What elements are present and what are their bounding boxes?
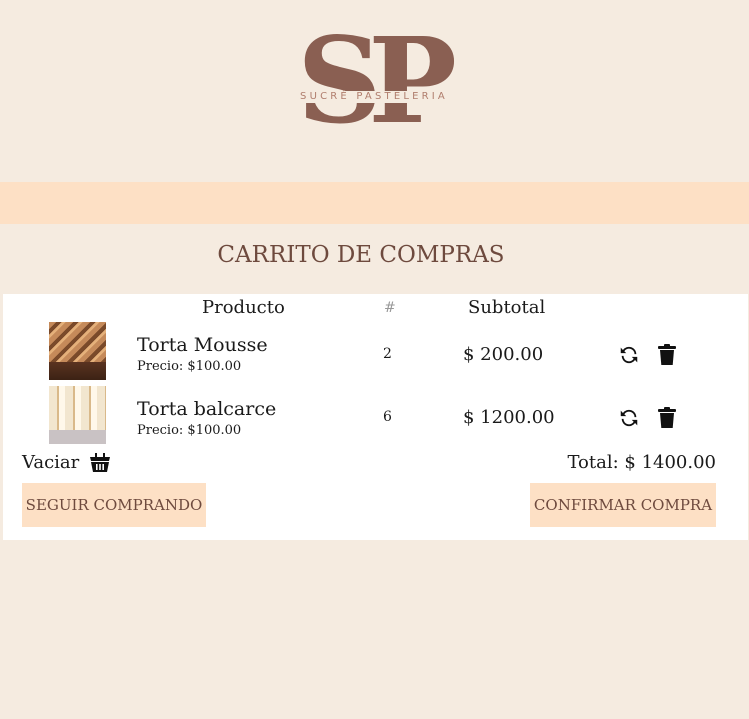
nav-bar — [0, 182, 749, 224]
product-subtotal: $ 1200.00 — [463, 407, 555, 428]
column-header-qty: # — [384, 300, 396, 316]
trash-icon[interactable] — [656, 407, 678, 429]
refresh-icon[interactable] — [618, 407, 640, 429]
logo-brand-name: SUCRÉ PASTELERIA — [276, 91, 472, 103]
product-name: Torta balcarce — [137, 398, 277, 420]
confirm-purchase-button[interactable]: CONFIRMAR COMPRA — [530, 483, 716, 527]
page-title: CARRITO DE COMPRAS — [217, 242, 505, 268]
cart-total: Total: $ 1400.00 — [567, 452, 716, 473]
refresh-icon[interactable] — [618, 344, 640, 366]
column-header-product: Producto — [202, 297, 285, 318]
product-qty: 6 — [383, 409, 392, 425]
product-image — [49, 322, 106, 380]
product-price: Precio: $100.00 — [137, 359, 242, 374]
trash-icon[interactable] — [656, 344, 678, 366]
logo-letters[interactable]: SP — [297, 22, 457, 140]
product-price: Precio: $100.00 — [137, 423, 242, 438]
column-header-subtotal: Subtotal — [468, 297, 546, 318]
continue-shopping-button[interactable]: SEGUIR COMPRANDO — [22, 483, 206, 527]
product-subtotal: $ 200.00 — [463, 344, 544, 365]
product-name: Torta Mousse — [137, 334, 268, 356]
empty-cart-label[interactable]: Vaciar — [22, 452, 79, 473]
product-qty: 2 — [383, 346, 392, 362]
basket-icon[interactable] — [88, 452, 112, 474]
site-header: SP SUCRÉ PASTELERIA — [0, 0, 749, 182]
product-image — [49, 386, 106, 444]
